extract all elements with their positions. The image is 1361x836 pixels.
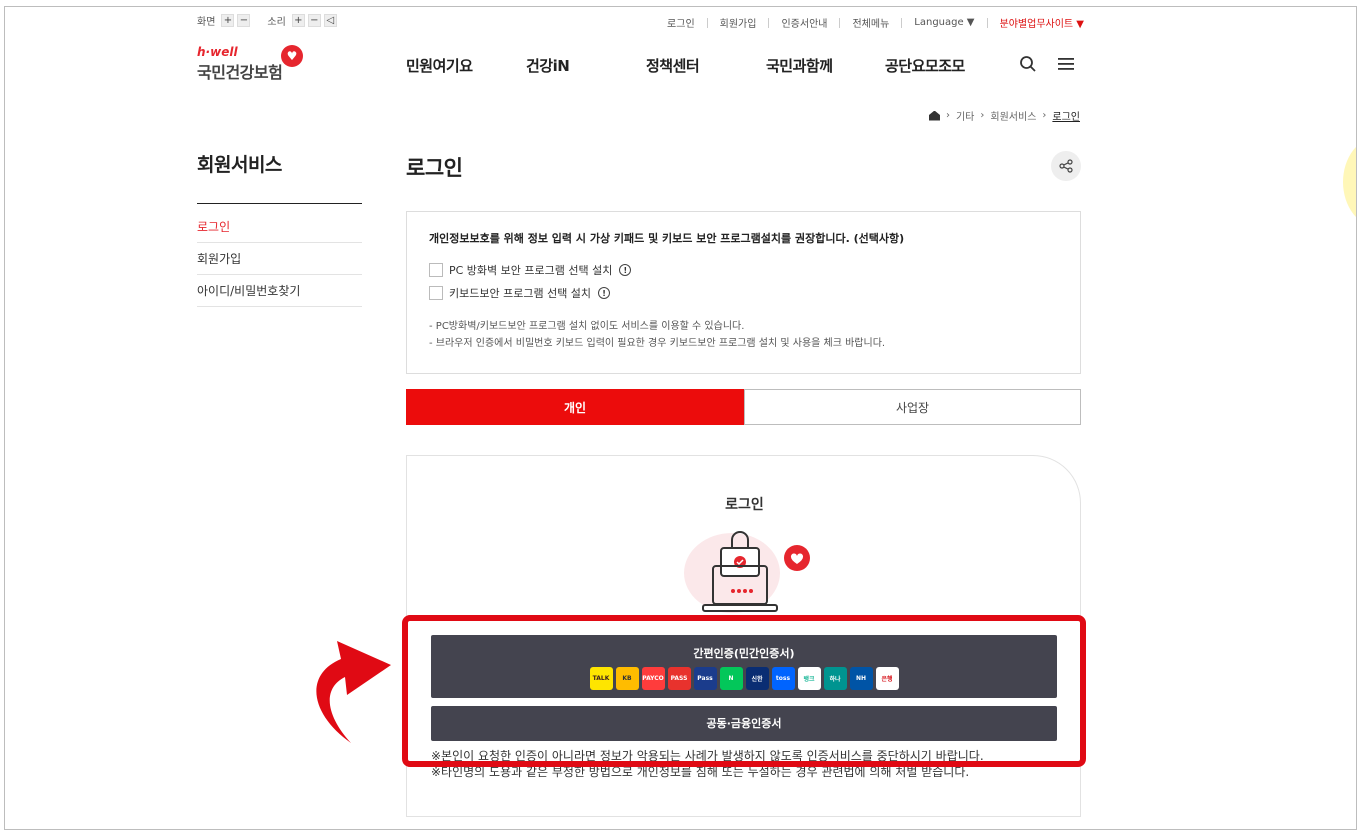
search-icon[interactable] bbox=[1019, 55, 1037, 73]
site-select[interactable]: 분야별업무사이트 ▼ bbox=[1000, 15, 1084, 30]
page-title: 로그인 bbox=[406, 156, 463, 180]
notice-note-1: - PC방화벽/키보드보안 프로그램 설치 없이도 서비스를 이용할 수 있습니… bbox=[429, 321, 745, 332]
sidebar-item-login[interactable]: 로그인 bbox=[197, 211, 362, 243]
gnb-item-2[interactable]: 건강iN bbox=[526, 55, 570, 76]
notice-heading: 개인정보보호를 위해 정보 입력 시 가상 키패드 및 키보드 보안 프로그램설… bbox=[429, 232, 905, 245]
breadcrumb: › 기타 › 회원서비스 › 로그인 bbox=[928, 108, 1080, 123]
language-select[interactable]: Language ▼ bbox=[914, 17, 974, 28]
logo-heart-icon: ♥ bbox=[281, 45, 303, 67]
top-link-login[interactable]: 로그인 bbox=[667, 15, 695, 30]
info-icon[interactable]: ! bbox=[598, 287, 611, 299]
top-link-signup[interactable]: 회원가입 bbox=[720, 15, 757, 30]
share-button[interactable] bbox=[1051, 151, 1081, 181]
font-size-controls: 화면 + − 소리 + − ◁ bbox=[197, 13, 340, 28]
gnb-item-5[interactable]: 공단요모조모 bbox=[885, 55, 965, 76]
curved-arrow-icon bbox=[316, 641, 391, 743]
check-keyboard[interactable]: 키보드보안 프로그램 선택 설치 ! bbox=[429, 285, 611, 301]
decorative-circle bbox=[1343, 137, 1356, 227]
logo[interactable]: h·well 국민건강보험 bbox=[197, 45, 283, 83]
gnb-item-1[interactable]: 민원여기요 bbox=[406, 55, 473, 76]
top-link-cert-guide[interactable]: 인증서안내 bbox=[781, 15, 827, 30]
sidebar-title: 회원서비스 bbox=[197, 154, 282, 176]
notice-note-2: - 브라우저 인증에서 비밀번호 키보드 입력이 필요한 경우 키보드보안 프로… bbox=[429, 338, 886, 349]
zoom-out-button[interactable]: − bbox=[237, 14, 251, 27]
highlight-box bbox=[402, 615, 1086, 767]
volume-up-button[interactable]: + bbox=[291, 14, 305, 27]
breadcrumb-item[interactable]: 기타 bbox=[956, 108, 974, 123]
breadcrumb-current: 로그인 bbox=[1052, 112, 1080, 123]
sidebar-item-signup[interactable]: 회원가입 bbox=[197, 243, 362, 275]
sidebar-item-find-id[interactable]: 아이디/비밀번호찾기 bbox=[197, 275, 362, 307]
check-firewall[interactable]: PC 방화벽 보안 프로그램 선택 설치 ! bbox=[429, 262, 632, 278]
gnb-item-4[interactable]: 국민과함께 bbox=[766, 55, 833, 76]
firewall-checkbox[interactable] bbox=[429, 263, 443, 277]
share-icon bbox=[1059, 159, 1073, 173]
volume-down-button[interactable]: − bbox=[307, 14, 321, 27]
zoom-in-button[interactable]: + bbox=[221, 14, 235, 27]
home-icon[interactable] bbox=[928, 110, 940, 121]
login-box-title: 로그인 bbox=[725, 497, 764, 513]
tab-business[interactable]: 사업장 bbox=[744, 389, 1081, 425]
browser-frame: 화면 + − 소리 + − ◁ 로그인 회원가입 인증서안내 전체메뉴 Lang… bbox=[4, 6, 1357, 830]
sound-label: 소리 bbox=[267, 17, 286, 28]
top-link-all-menu[interactable]: 전체메뉴 bbox=[852, 15, 889, 30]
tab-personal[interactable]: 개인 bbox=[406, 389, 744, 425]
sidebar-divider bbox=[197, 203, 362, 204]
screen-label: 화면 bbox=[197, 17, 216, 28]
sidebar-menu: 로그인 회원가입 아이디/비밀번호찾기 bbox=[197, 211, 362, 307]
firewall-label: PC 방화벽 보안 프로그램 선택 설치 bbox=[449, 264, 613, 277]
keyboard-security-label: 키보드보안 프로그램 선택 설치 bbox=[449, 287, 592, 300]
laptop-lock-icon bbox=[684, 531, 810, 613]
logo-tagline: h·well bbox=[197, 45, 238, 59]
gnb-item-3[interactable]: 정책센터 bbox=[646, 55, 700, 76]
keyboard-security-checkbox[interactable] bbox=[429, 286, 443, 300]
menu-icon[interactable] bbox=[1058, 57, 1074, 71]
breadcrumb-item[interactable]: 회원서비스 bbox=[990, 108, 1036, 123]
info-icon[interactable]: ! bbox=[619, 264, 632, 276]
speaker-icon[interactable]: ◁ bbox=[323, 14, 337, 27]
logo-text: 국민건강보험 bbox=[197, 63, 283, 82]
security-notice: 개인정보보호를 위해 정보 입력 시 가상 키패드 및 키보드 보안 프로그램설… bbox=[406, 211, 1081, 374]
top-links: 로그인 회원가입 인증서안내 전체메뉴 Language ▼ 분야별업무사이트 … bbox=[667, 15, 1084, 30]
